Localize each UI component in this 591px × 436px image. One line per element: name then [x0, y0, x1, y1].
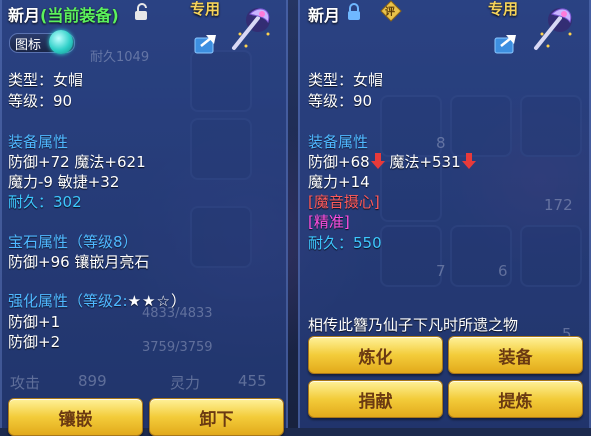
equipped-label: (当前装备) — [40, 6, 119, 25]
bg-count: 7 — [436, 262, 446, 280]
item-level: 等级：90 — [8, 92, 73, 110]
hairpin-item-icon — [228, 4, 276, 52]
refine-button[interactable]: 炼化 — [308, 336, 443, 374]
stat-line: 魔力-9 敏捷+32 — [8, 173, 120, 191]
equipped-item-tooltip: 新月(当前装备) 专用 图标 耐久1049 类型：女帽 等级：90 装备属性 防… — [0, 0, 288, 436]
decrease-arrow-icon — [461, 153, 476, 169]
bg-mp-value: 3759/3759 — [142, 340, 213, 355]
bg-spirit-value: 455 — [238, 372, 267, 390]
item-type: 类型：女帽 — [308, 71, 384, 89]
enhance-stat: 防御+2 — [8, 333, 61, 351]
donate-button[interactable]: 捐献 — [308, 380, 443, 418]
bg-durability-text: 耐久1049 — [90, 50, 150, 65]
equip-attr-title: 装备属性 — [308, 133, 369, 151]
item-type: 类型：女帽 — [8, 71, 84, 89]
gem-stat: 防御+96 镶嵌月亮石 — [8, 253, 150, 271]
share-icon[interactable] — [194, 32, 218, 54]
inlay-button[interactable]: 镶嵌 — [8, 398, 143, 436]
item-name: 新月 — [8, 6, 41, 25]
equip-button[interactable]: 装备 — [448, 336, 583, 374]
item-name-row: 新月(当前装备) — [8, 2, 119, 26]
lock-icon[interactable] — [346, 3, 362, 21]
stat-line: 防御+72 魔法+621 — [8, 153, 146, 171]
bg-hp-value: 4833/4833 — [142, 306, 213, 321]
bg-count: 8 — [436, 134, 446, 152]
bg-attack-label: 攻击 — [10, 374, 41, 392]
appraise-badge-icon: 评 — [380, 0, 402, 22]
bg-spirit-label: 灵力 — [170, 374, 201, 392]
share-icon[interactable] — [494, 32, 518, 54]
unlock-icon[interactable] — [134, 3, 150, 21]
unequip-button[interactable]: 卸下 — [149, 398, 284, 436]
decrease-arrow-icon — [370, 153, 385, 169]
item-name: 新月 — [308, 6, 341, 25]
item-level: 等级：90 — [308, 92, 373, 110]
durability: 耐久：302 — [8, 193, 82, 211]
enhance-stat: 防御+1 — [8, 313, 61, 331]
hairpin-item-icon — [530, 4, 578, 52]
stat-defense: 防御+68 — [308, 153, 370, 171]
special-effect: [精准] — [308, 213, 350, 231]
bg-count: 6 — [498, 262, 508, 280]
bg-attack-value: 899 — [78, 372, 107, 390]
equip-attr-title: 装备属性 — [8, 133, 69, 151]
stat-mana: 魔力+14 — [308, 173, 370, 191]
appraise-badge-label: 评 — [385, 7, 395, 18]
special-skill: [魔音摄心] — [308, 193, 380, 211]
durability: 耐久：550 — [308, 234, 382, 252]
item-description: 相传此簪乃仙子下凡时所遗之物 — [308, 316, 519, 334]
icon-toggle-label: 图标 — [15, 38, 42, 53]
exclusive-tag: 专用 — [190, 0, 221, 18]
bg-count: 172 — [544, 196, 573, 214]
gem-attr-title: 宝石属性（等级8） — [8, 233, 138, 251]
exclusive-tag: 专用 — [488, 0, 519, 18]
stat-row: 防御+68 魔法+531 — [308, 151, 476, 172]
toggle-knob-icon — [49, 30, 73, 54]
stat-magic: 魔法+531 — [389, 153, 461, 171]
improve-button[interactable]: 提炼 — [448, 380, 583, 418]
icon-toggle[interactable]: 图标 — [9, 29, 77, 55]
compare-item-tooltip: 新月 评 专用 类型：女帽 等级：90 装备属性 防御+68 魔法+531 魔力… — [298, 0, 591, 428]
enhance-title: 强化属性（等级2: — [8, 292, 128, 310]
